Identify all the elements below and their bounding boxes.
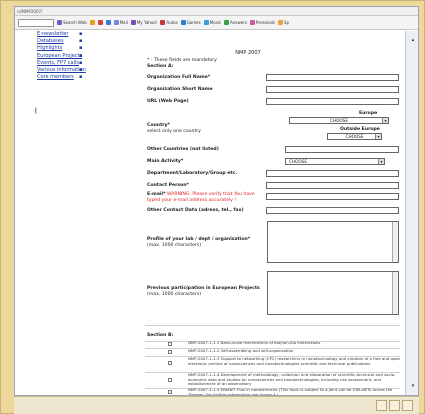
url-input[interactable]: [266, 98, 399, 105]
section-divider: [145, 325, 400, 326]
org-full-name-label: Organization Full Name*: [147, 75, 211, 80]
other-contact-label: Other Contact Data (adress, tel., fax): [147, 208, 244, 213]
window-title-bar: ni/NMP2007/: [15, 7, 418, 16]
toolbar-button[interactable]: [389, 400, 400, 411]
other-countries-input[interactable]: [285, 146, 399, 153]
other-countries-label: Other Countries (not listed): [147, 147, 219, 152]
registration-form: NMP 2007 * - These fields are mandatory …: [135, 31, 405, 396]
main-activity-label: Main Activity*: [147, 159, 184, 164]
previous-participation-hint: (max. 1000 characters): [147, 291, 202, 297]
toolbar-bookmark-mail[interactable]: Mail: [113, 20, 128, 25]
org-full-name-input[interactable]: [266, 74, 399, 81]
url-label: URL (Web Page): [147, 99, 189, 104]
topic-label: NMP-2007-1.1-3 Support to networking (CP…: [188, 356, 401, 366]
games-icon: [180, 20, 186, 25]
bottom-toolbar: [14, 396, 419, 414]
search-web-button[interactable]: Search Web: [57, 20, 87, 25]
toolbar-button[interactable]: [376, 400, 387, 411]
previous-participation-textarea[interactable]: [267, 271, 399, 315]
email-label-block: E-mail* WARNING: Please verify that You …: [147, 192, 261, 203]
pencil-icon[interactable]: [97, 20, 103, 25]
section-b-heading: Section B:: [147, 333, 174, 338]
globe-icon[interactable]: [105, 20, 111, 25]
outside-europe-country-select[interactable]: CHOOSE ▾: [327, 133, 382, 140]
sidebar-item-databases[interactable]: Databases ▪: [19, 38, 135, 45]
toolbar-bookmark-games[interactable]: Games: [180, 20, 201, 25]
sidebar-nav: E-newsletter ▪ Databases ▪ Highlights ▪ Eur…: [15, 31, 135, 395]
toolbar-bookmark-answers[interactable]: Answers: [224, 20, 247, 25]
topic-label: NMP-2007-1.1-2 Self-assembling and self-…: [188, 348, 294, 353]
sidebar-item-european-projects[interactable]: European Projects ▪: [19, 53, 135, 60]
page-scrollbar[interactable]: ▴ ▾: [405, 31, 418, 395]
europe-label: Europe: [359, 111, 378, 116]
sidebar-item-various-information[interactable]: Various information ▪: [19, 67, 135, 74]
topic-checkbox[interactable]: [168, 378, 172, 382]
section-a-heading: Section A:: [147, 64, 174, 69]
profile-hint: (max. 1000 characters): [147, 242, 202, 248]
profile-textarea[interactable]: [267, 221, 399, 263]
browser-window: ni/NMP2007/ Search Web Mail My Yahoo! Au…: [14, 6, 419, 396]
scroll-down-icon[interactable]: ▾: [409, 383, 417, 390]
contact-person-label: Contact Person*: [147, 183, 189, 188]
sidebar-item-core-members[interactable]: Core members ▪: [19, 74, 135, 81]
personals-icon: [249, 20, 255, 25]
toolbar-bookmark-autos[interactable]: Autos: [160, 20, 178, 25]
search-icon: [57, 20, 62, 25]
toolbar-bookmark-personals[interactable]: Personals: [249, 20, 275, 25]
topic-checkbox[interactable]: [168, 361, 172, 365]
country-label: Country*: [147, 123, 170, 128]
chevron-down-icon: ▾: [375, 134, 381, 139]
topic-label: NMP-2007-1.1-5 ERANET Plus in nanoscienc…: [188, 387, 393, 396]
topic-checkbox[interactable]: [168, 390, 172, 394]
toolbar-bookmark-my-yahoo[interactable]: My Yahoo!: [130, 20, 157, 25]
topic-checkbox[interactable]: [168, 350, 172, 354]
contact-person-input[interactable]: [266, 182, 399, 189]
topic-label: NMP-2007-1.1-1 Nano-scale mechanisms of …: [188, 340, 321, 345]
toolbar-bookmark-sp[interactable]: Sp: [278, 20, 289, 25]
country-hint: select only one country: [147, 129, 201, 134]
profile-label-block: Profile of your lab / dept / organisatio…: [147, 237, 267, 248]
toolbar-bookmark-music[interactable]: Music: [203, 20, 221, 25]
email-input[interactable]: [266, 193, 399, 200]
email-label: E-mail*: [147, 192, 166, 197]
topic-label: NMP-2007-1.1-4 Development of methodolog…: [188, 372, 396, 387]
textarea-scrollbar[interactable]: [392, 272, 398, 314]
previous-participation-label: Previous participation in European Proje…: [147, 286, 260, 291]
toolbar-button[interactable]: [402, 400, 413, 411]
sidebar-item-e-newsletter[interactable]: E-newsletter ▪: [19, 31, 135, 38]
sidebar-item-events-fp7-calls[interactable]: Events, FP7 calls ▪: [19, 60, 135, 67]
outside-europe-label: Outside Europe: [340, 127, 380, 132]
sports-icon: [278, 20, 284, 25]
department-input[interactable]: [266, 170, 399, 177]
chevron-down-icon: ▾: [382, 118, 388, 123]
topic-checkbox[interactable]: [168, 342, 172, 346]
sidebar-item-highlights[interactable]: Highlights ▪: [19, 45, 135, 52]
window-title: ni/NMP2007/: [17, 9, 43, 14]
department-label: Department/Laboratory/Group etc.: [147, 171, 238, 176]
chevron-down-icon: ▾: [378, 159, 384, 164]
scroll-up-icon[interactable]: ▴: [409, 37, 417, 44]
previous-label-block: Previous participation in European Proje…: [147, 286, 267, 297]
car-icon: [160, 20, 166, 25]
text-caret-icon: ǀ: [35, 107, 37, 114]
answers-icon: [224, 20, 230, 25]
org-short-name-input[interactable]: [266, 86, 399, 93]
yahoo-icon: [130, 20, 136, 25]
europe-country-select[interactable]: CHOOSE ▾: [289, 117, 389, 124]
form-title: NMP 2007: [235, 50, 261, 56]
profile-label: Profile of your lab / dept / organisatio…: [147, 237, 251, 242]
music-icon: [203, 20, 209, 25]
star-icon[interactable]: [89, 20, 95, 25]
mail-icon: [113, 20, 119, 25]
other-contact-input[interactable]: [266, 207, 399, 214]
mandatory-note: * - These fields are mandatory: [147, 58, 217, 63]
org-short-name-label: Organization Short Name: [147, 87, 213, 92]
main-activity-select[interactable]: CHOOSE ▾: [285, 158, 385, 165]
textarea-scrollbar[interactable]: [392, 222, 398, 262]
browser-toolbar: Search Web Mail My Yahoo! Autos Games Mu…: [15, 16, 418, 30]
toolbar-search-combo[interactable]: [18, 18, 54, 27]
